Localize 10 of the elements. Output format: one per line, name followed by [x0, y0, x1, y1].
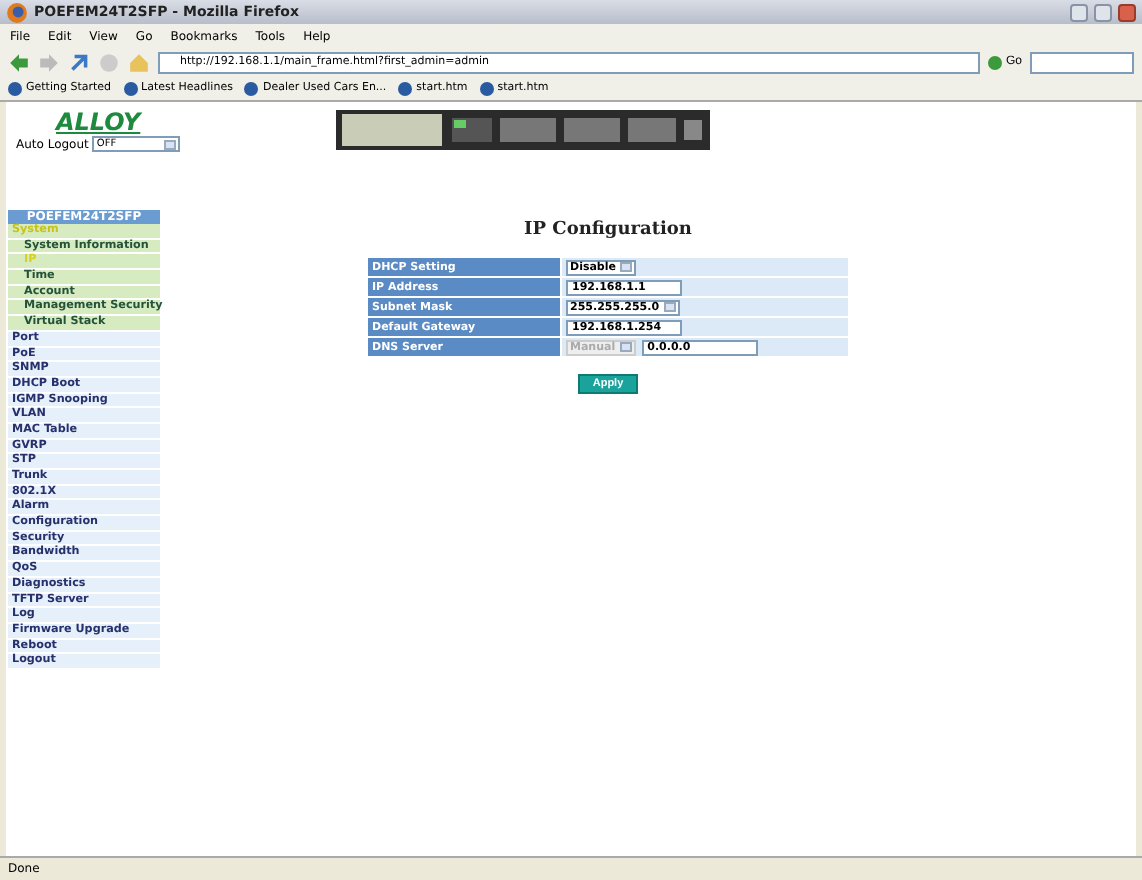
forward-icon[interactable] [38, 51, 60, 73]
logo: ALLOY [56, 110, 141, 136]
browser-icon [6, 1, 28, 23]
maximize-button[interactable] [1094, 3, 1112, 21]
page-title: IP Configuration [524, 220, 692, 240]
close-button[interactable] [1118, 3, 1136, 21]
go-icon [987, 55, 1002, 69]
search-field[interactable] [1030, 51, 1134, 73]
back-icon[interactable] [8, 51, 30, 73]
minimize-button[interactable] [1070, 3, 1088, 21]
